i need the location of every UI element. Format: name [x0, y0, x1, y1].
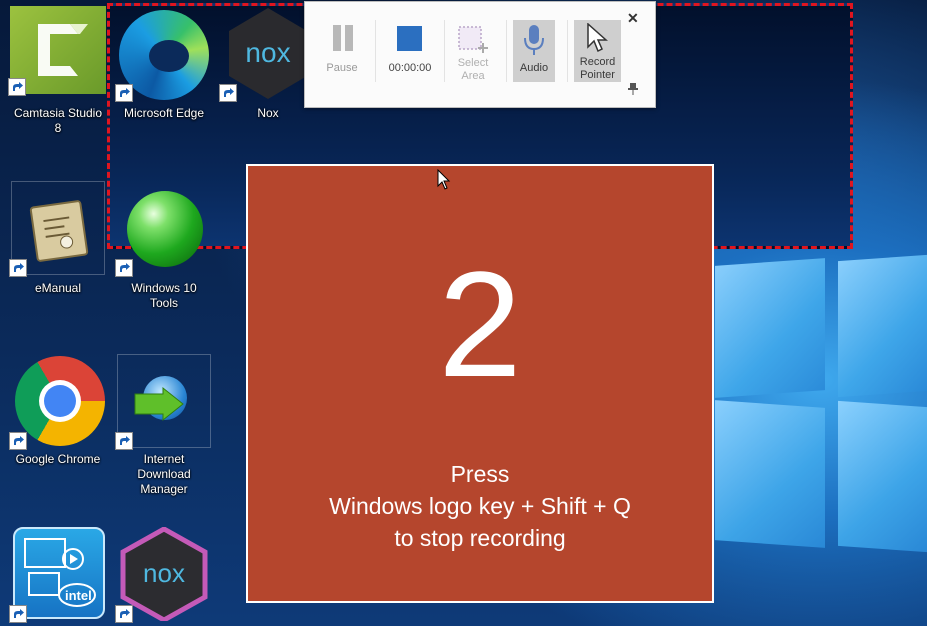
wallpaper-logo-pane [715, 258, 825, 398]
microphone-icon [524, 25, 544, 55]
pointer-icon [587, 23, 608, 53]
emanual-icon [29, 199, 89, 263]
desktop-icon-intel[interactable]: intel [9, 527, 106, 623]
pause-icon [333, 25, 353, 51]
shortcut-arrow-icon [8, 78, 26, 96]
screen-recorder-toolbar: Pause 00:00:00 Select Area Audio Record … [304, 1, 656, 108]
select-area-label: Select Area [457, 57, 489, 82]
toolbar-divider [506, 20, 507, 82]
desktop-icon-nox-multi[interactable]: nox [115, 527, 212, 623]
hint-line: Windows logo key + Shift + Q [329, 493, 631, 519]
pause-label: Pause [326, 62, 358, 74]
shortcut-arrow-icon [9, 259, 27, 277]
hint-line: to stop recording [394, 525, 566, 551]
icon-label: Google Chrome [15, 452, 101, 466]
icon-label: eManual [34, 281, 82, 295]
shortcut-arrow-icon [115, 84, 133, 102]
shortcut-arrow-icon [9, 432, 27, 450]
toolbar-divider [567, 20, 568, 82]
shortcut-arrow-icon [115, 432, 133, 450]
close-icon[interactable]: ✕ [627, 10, 639, 27]
shortcut-arrow-icon [115, 605, 133, 623]
svg-text:nox: nox [245, 37, 290, 68]
pause-button[interactable]: Pause [321, 19, 363, 83]
stop-icon [397, 26, 422, 51]
icon-label: Microsoft Edge [123, 106, 205, 120]
mouse-cursor-icon [437, 169, 451, 190]
select-area-button[interactable]: Select Area [451, 19, 495, 83]
toolbar-divider [444, 20, 445, 82]
record-pointer-label: Record Pointer [579, 56, 616, 81]
recording-timer: 00:00:00 [388, 62, 432, 74]
shortcut-arrow-icon [219, 84, 237, 102]
wallpaper-logo-pane [715, 400, 825, 548]
desktop-icon-windows10tools[interactable]: Windows 10 Tools [115, 181, 212, 311]
icon-label: Internet Download Manager [137, 452, 191, 496]
svg-text:nox: nox [143, 558, 185, 588]
icon-label: Nox [257, 106, 279, 120]
audio-label: Audio [519, 62, 549, 74]
idm-globe-icon [134, 376, 187, 422]
green-orb-icon [127, 191, 203, 267]
audio-toggle[interactable]: Audio [513, 20, 555, 82]
svg-text:intel: intel [65, 588, 92, 603]
hint-line: Press [450, 461, 510, 487]
shortcut-arrow-icon [115, 259, 133, 277]
toolbar-divider [375, 20, 376, 82]
desktop-icon-idm[interactable]: Internet Download Manager [115, 354, 212, 497]
wallpaper-logo-pane [838, 254, 927, 398]
shortcut-arrow-icon [9, 605, 27, 623]
icon-label: Camtasia Studio 8 [13, 106, 103, 135]
record-pointer-toggle[interactable]: Record Pointer [574, 20, 621, 82]
pin-icon[interactable] [628, 83, 638, 98]
countdown-number: 2 [438, 240, 522, 408]
desktop-icon-edge[interactable]: Microsoft Edge [115, 6, 212, 121]
desktop-icon-camtasia[interactable]: Camtasia Studio 8 [8, 6, 106, 136]
icon-label: Windows 10 Tools [131, 281, 197, 310]
desktop-icon-emanual[interactable]: eManual [9, 181, 106, 296]
desktop-icon-chrome[interactable]: Google Chrome [9, 354, 106, 467]
desktop-icon-nox[interactable]: nox Nox [219, 6, 316, 121]
chrome-icon [15, 356, 105, 446]
stop-recording-hint: Press Windows logo key + Shift + Q to st… [248, 458, 712, 554]
countdown-overlay: 2 Press Windows logo key + Shift + Q to … [246, 164, 714, 603]
wallpaper-logo-pane [838, 400, 927, 553]
select-area-icon [458, 26, 488, 53]
stop-button[interactable]: 00:00:00 [379, 19, 441, 83]
